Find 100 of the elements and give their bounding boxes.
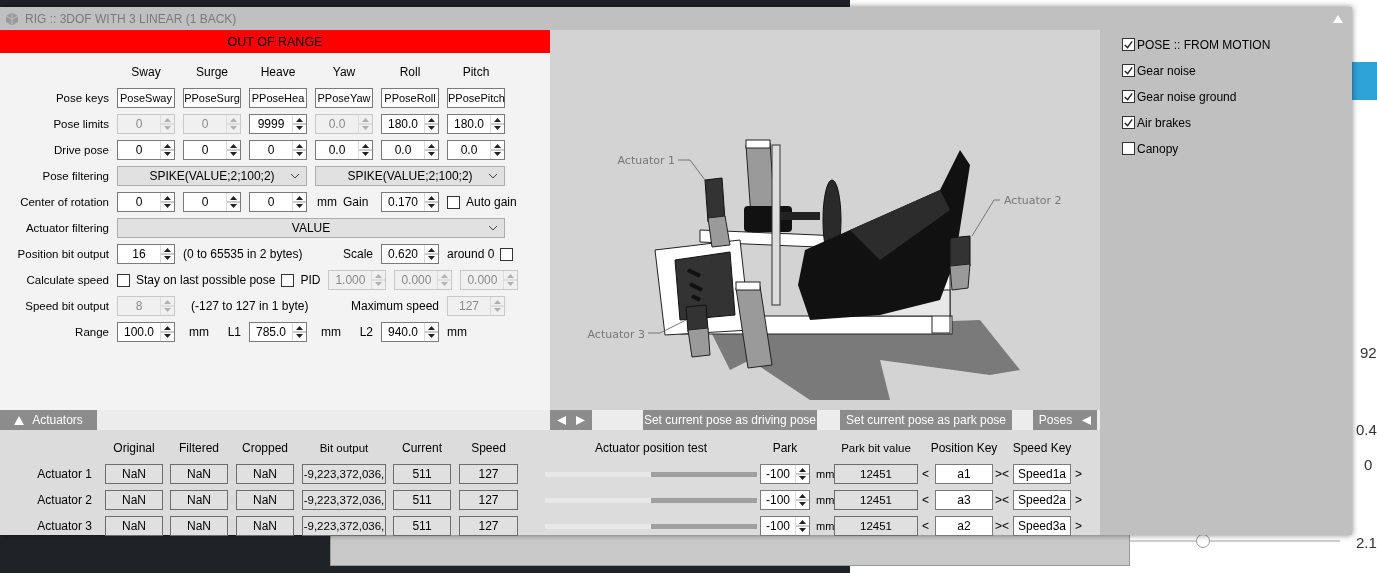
spin-arrows-icon[interactable] xyxy=(490,141,504,159)
spin-field[interactable]: 100.0 xyxy=(117,322,175,342)
spin-arrows-icon[interactable] xyxy=(490,115,504,133)
column-header: Current xyxy=(401,441,443,455)
spin-arrows-icon[interactable] xyxy=(160,193,174,211)
leader-line xyxy=(677,159,706,181)
text-field[interactable]: PPoseRoll xyxy=(381,88,439,108)
readout-field: 511 xyxy=(393,490,451,510)
spin-arrows-icon[interactable] xyxy=(292,323,306,341)
text-field[interactable]: PPoseHea xyxy=(249,88,307,108)
spin-arrows-icon[interactable] xyxy=(160,245,174,263)
spin-field[interactable]: 0 xyxy=(249,192,307,212)
spin-arrows-icon[interactable] xyxy=(795,491,809,509)
spin-field[interactable]: -100 xyxy=(760,490,810,510)
column-header: Original xyxy=(112,441,156,455)
text-field[interactable]: PPoseYaw xyxy=(315,88,373,108)
spin-field[interactable]: 9999 xyxy=(249,114,307,134)
readout-field: NaN xyxy=(170,464,228,484)
spin-field[interactable]: 0 xyxy=(117,192,175,212)
text-field[interactable]: Speed1a xyxy=(1013,464,1071,484)
text-field[interactable]: Speed3a xyxy=(1013,516,1071,536)
spin-arrows-icon[interactable] xyxy=(795,517,809,535)
spin-arrows-icon[interactable] xyxy=(424,141,438,159)
checkbox[interactable] xyxy=(281,273,295,287)
checkbox-label: POSE :: FROM MOTION xyxy=(1137,36,1271,53)
readout-field: -9,223,372,036, xyxy=(302,464,386,484)
position-slider[interactable] xyxy=(545,471,757,477)
checkbox-label: around 0 xyxy=(447,246,495,262)
spin-arrows-icon[interactable] xyxy=(424,245,438,263)
spin-field[interactable]: 0 xyxy=(249,140,307,160)
row-label: Actuator 1 xyxy=(37,467,93,481)
checkbox[interactable] xyxy=(447,195,460,209)
spin-field[interactable]: 0.620 xyxy=(381,244,439,264)
checkbox[interactable] xyxy=(1122,142,1135,155)
spin-arrows-icon[interactable] xyxy=(226,141,240,159)
readout-field: 12451 xyxy=(834,516,918,536)
spin-arrows-icon[interactable] xyxy=(795,465,809,483)
checkbox[interactable] xyxy=(1122,64,1135,77)
slider-fill[interactable] xyxy=(651,471,757,477)
text-field[interactable]: PPoseSurg xyxy=(183,88,241,108)
spin-field[interactable]: -100 xyxy=(760,516,810,536)
spin-arrows-icon[interactable] xyxy=(292,141,306,159)
readout-field: 12451 xyxy=(834,490,918,510)
text-field[interactable]: Speed2a xyxy=(1013,490,1071,510)
field-label: Speed bit output xyxy=(25,299,109,314)
dropdown[interactable]: SPIKE(VALUE;2;100;2) xyxy=(315,166,505,186)
field-label: Position bit output xyxy=(17,247,109,262)
spin-field[interactable]: 0 xyxy=(183,140,241,160)
spin-arrows-icon[interactable] xyxy=(292,115,306,133)
value-label: 2.1 xyxy=(1356,534,1377,551)
navigation-tab[interactable] xyxy=(550,410,592,430)
slider-fill[interactable] xyxy=(651,497,757,503)
column-header: Park xyxy=(771,441,799,455)
spin-arrows-icon[interactable] xyxy=(160,323,174,341)
spin-arrows-icon[interactable] xyxy=(160,141,174,159)
spin-field[interactable]: 0.0 xyxy=(315,140,373,160)
spin-field[interactable]: 940.0 xyxy=(381,322,439,342)
readout-field: NaN xyxy=(170,516,228,536)
spin-arrows-icon[interactable] xyxy=(358,141,372,159)
spin-field[interactable]: 180.0 xyxy=(381,114,439,134)
window-title: RIG :: 3DOF WITH 3 LINEAR (1 BACK) xyxy=(25,11,238,26)
checkbox[interactable] xyxy=(1122,90,1135,103)
spin-arrows-icon[interactable] xyxy=(292,193,306,211)
spin-field[interactable]: -100 xyxy=(760,464,810,484)
position-slider[interactable] xyxy=(545,523,757,529)
dropdown[interactable]: VALUE xyxy=(117,218,505,238)
unit-label: mm xyxy=(447,324,468,340)
spin-field[interactable]: 180.0 xyxy=(447,114,505,134)
text-field[interactable]: PoseSway xyxy=(117,88,175,108)
spin-field[interactable]: 0 xyxy=(117,140,175,160)
slider-fill[interactable] xyxy=(651,523,757,529)
checkbox[interactable] xyxy=(117,273,130,287)
field-label: PID xyxy=(300,272,321,288)
checkbox[interactable] xyxy=(500,247,514,261)
row-label: Actuator 2 xyxy=(37,493,93,507)
spin-field[interactable]: 0.170 xyxy=(381,192,439,212)
text-field[interactable]: PPosePitch xyxy=(447,88,505,108)
readout-field: 12451 xyxy=(834,464,918,484)
bracket-label: < xyxy=(922,466,929,482)
unit-label: mm xyxy=(321,324,341,340)
spin-field[interactable]: 0.0 xyxy=(381,140,439,160)
text-field[interactable]: a2 xyxy=(935,516,993,536)
spin-field[interactable]: 785.0 xyxy=(249,322,307,342)
readout-field: NaN xyxy=(105,464,163,484)
unit-label: mm xyxy=(317,194,337,210)
spin-arrows-icon[interactable] xyxy=(424,193,438,211)
position-slider[interactable] xyxy=(545,497,757,503)
spin-field[interactable]: 16 xyxy=(117,244,175,264)
field-label: Maximum speed xyxy=(350,298,439,314)
spin-field[interactable]: 0.0 xyxy=(447,140,505,160)
dropdown[interactable]: SPIKE(VALUE;2;100;2) xyxy=(117,166,307,186)
text-field[interactable]: a3 xyxy=(935,490,993,510)
text-field[interactable]: a1 xyxy=(935,464,993,484)
spin-arrows-icon[interactable] xyxy=(226,193,240,211)
spin-arrows-icon[interactable] xyxy=(424,115,438,133)
spin-field[interactable]: 0 xyxy=(183,192,241,212)
checkbox[interactable] xyxy=(1122,116,1135,129)
spin-arrows-icon[interactable] xyxy=(424,323,438,341)
collapse-icon xyxy=(14,415,25,425)
checkbox[interactable] xyxy=(1122,38,1135,51)
